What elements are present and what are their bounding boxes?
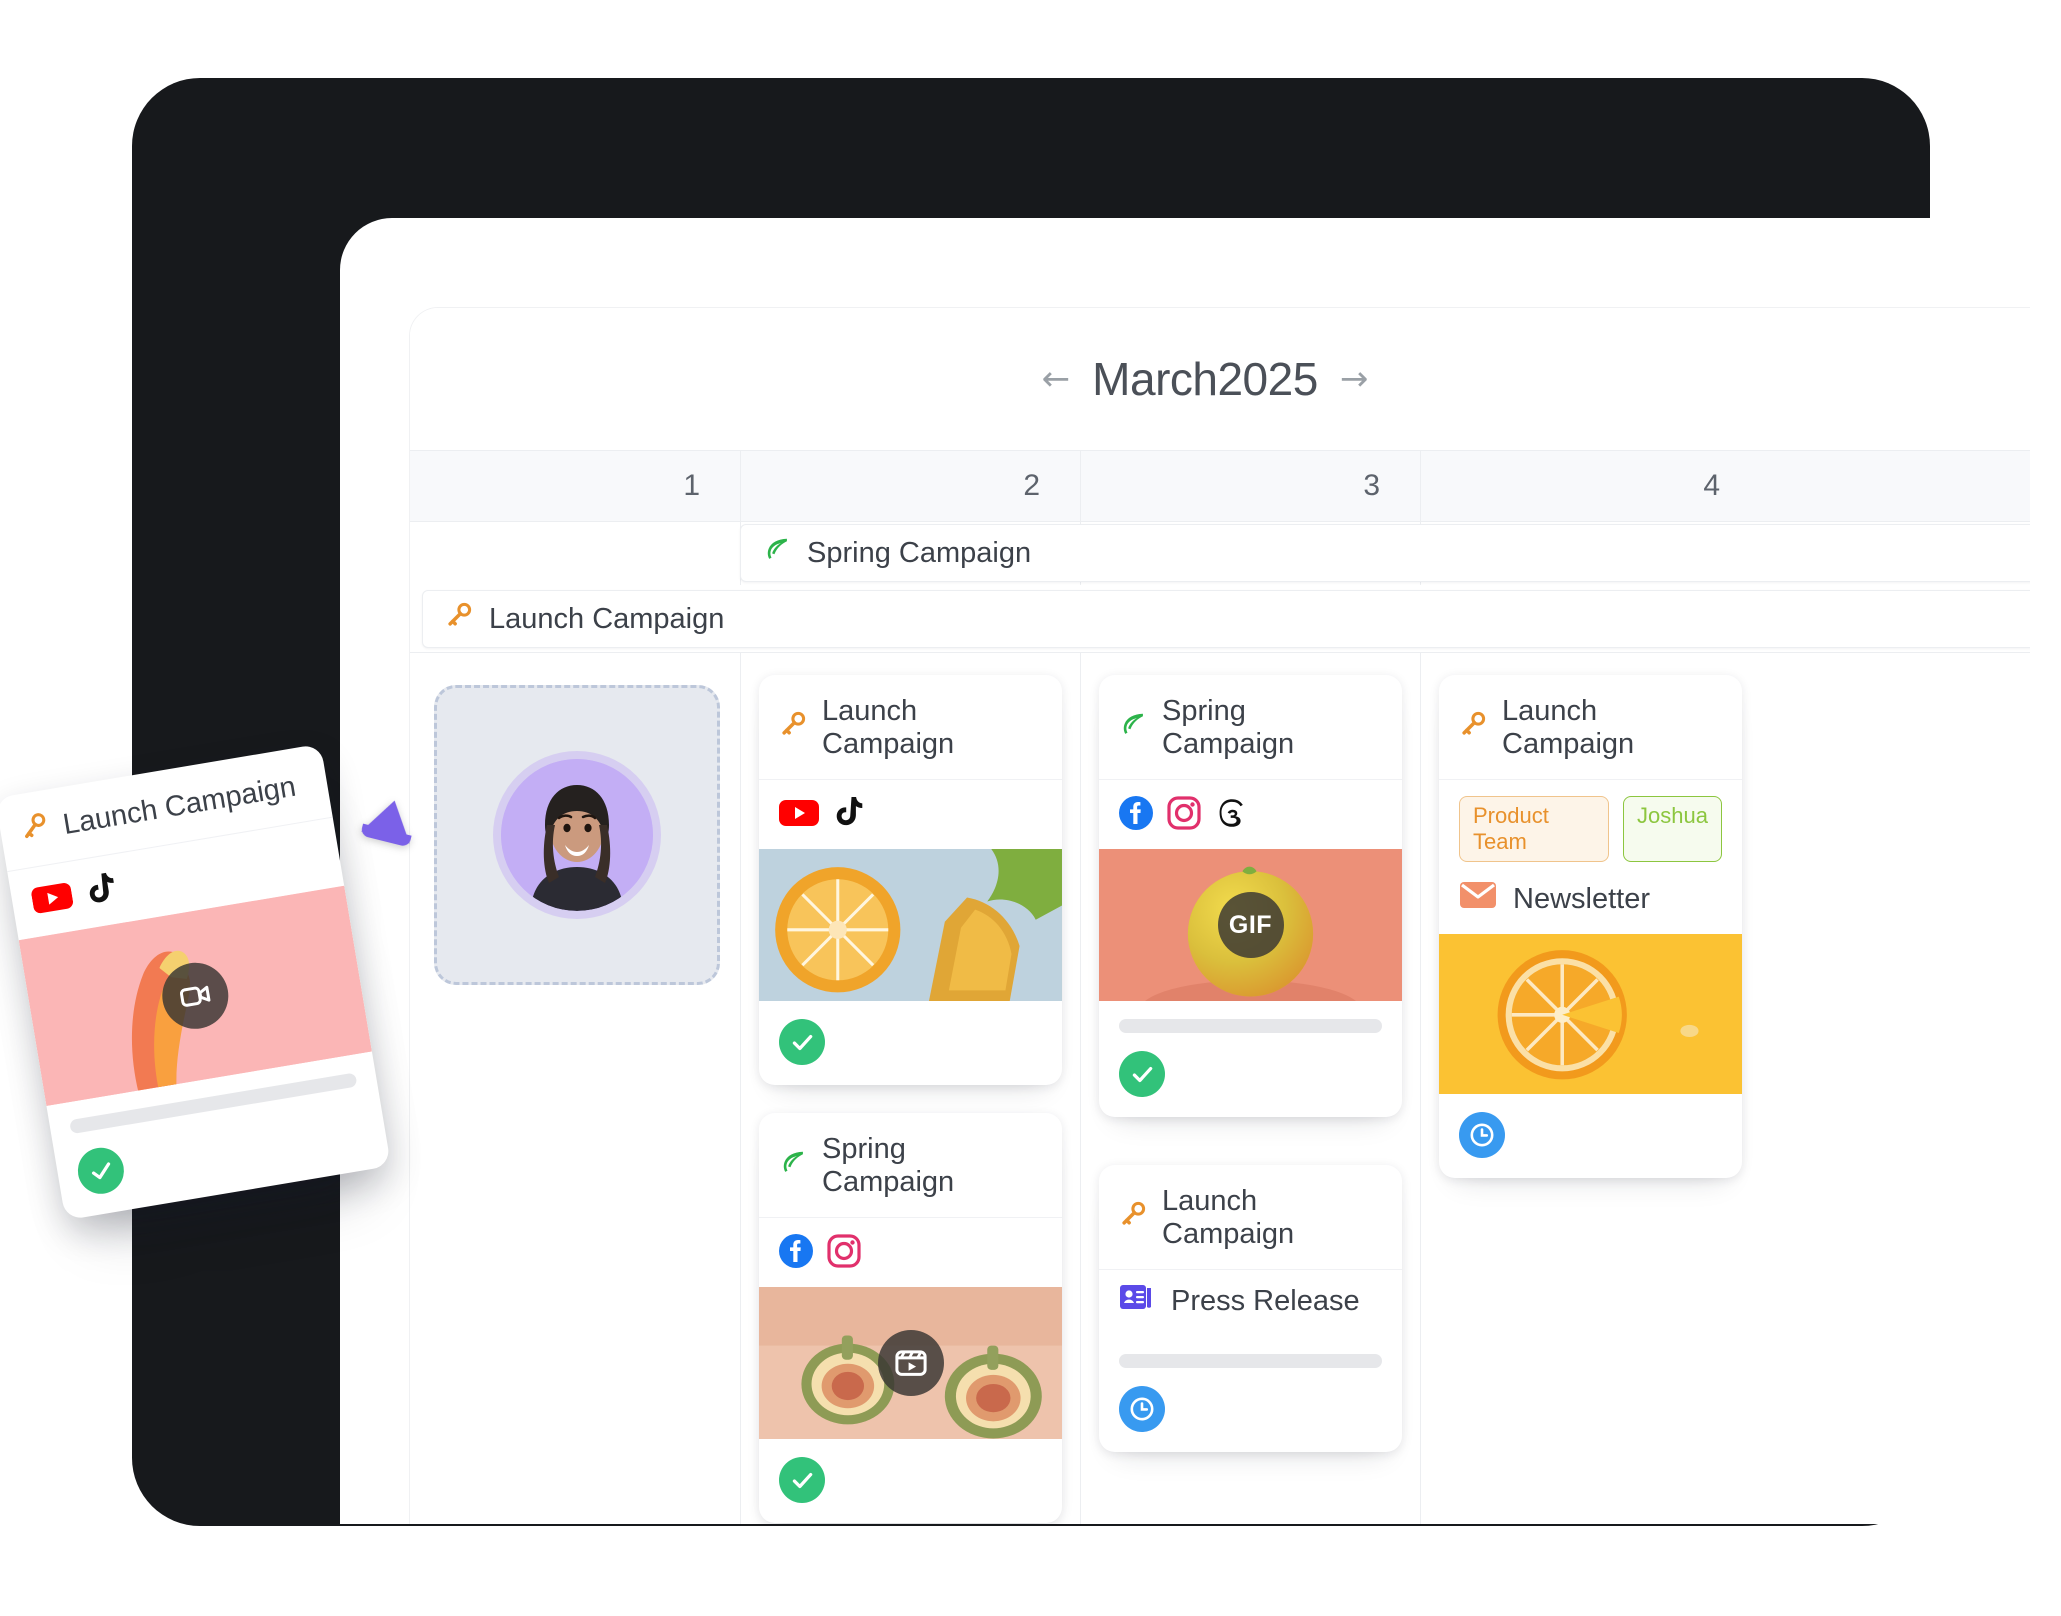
skeleton-bar bbox=[1119, 1019, 1382, 1033]
day-header-4[interactable]: 4 bbox=[1420, 451, 1760, 521]
day-number: 3 bbox=[1363, 469, 1380, 502]
post-card-title-row: Spring Campaign bbox=[1099, 675, 1402, 780]
calendar-content-grid: Launch Campaign Spring Campaign Spring C… bbox=[410, 652, 2030, 1524]
post-card-footer bbox=[1439, 1094, 1742, 1178]
post-card-tags: Product Team Joshua bbox=[1439, 780, 1742, 868]
status-badge-published bbox=[1119, 1051, 1165, 1097]
campaign-bar-spring[interactable]: Spring Campaign bbox=[740, 524, 2030, 582]
post-card-title: Launch Campaign bbox=[1162, 1185, 1295, 1250]
key-icon bbox=[1119, 1200, 1147, 1236]
calendar-app: ← March2025 → 1 2 3 4 Spring Campaign La… bbox=[410, 308, 2030, 1524]
post-card[interactable]: Launch Campaign bbox=[1099, 1165, 1402, 1452]
status-badge-published bbox=[779, 1019, 825, 1065]
day-number: 1 bbox=[683, 469, 700, 502]
post-card-subtitle-row: Press Release bbox=[1099, 1270, 1402, 1336]
post-card-title-row: Spring Campaign bbox=[759, 1113, 1062, 1218]
post-card-footer bbox=[1099, 1001, 1402, 1117]
youtube-icon[interactable] bbox=[30, 880, 75, 921]
month-navigator: ← March2025 → bbox=[1042, 352, 1369, 406]
post-card[interactable]: Spring Campaign bbox=[1099, 675, 1402, 1117]
tag-product-team[interactable]: Product Team bbox=[1459, 796, 1610, 862]
facebook-icon[interactable] bbox=[779, 1234, 813, 1273]
facebook-icon[interactable] bbox=[1119, 796, 1153, 835]
channel-icons bbox=[759, 780, 1062, 849]
post-card-title: Launch Campaign bbox=[1502, 695, 1635, 760]
day-header-3[interactable]: 3 bbox=[1080, 451, 1420, 521]
device-screen: ← March2025 → 1 2 3 4 Spring Campaign La… bbox=[340, 218, 2030, 1524]
post-card-title: Launch Campaign bbox=[822, 695, 955, 760]
post-card-footer bbox=[1099, 1336, 1402, 1452]
key-icon bbox=[1459, 710, 1487, 746]
day-header-2[interactable]: 2 bbox=[740, 451, 1080, 521]
press-release-icon bbox=[1119, 1282, 1155, 1320]
channel-icons bbox=[759, 1218, 1062, 1287]
day-header-1[interactable]: 1 bbox=[410, 451, 740, 521]
dragged-post-card[interactable]: Launch Campaign bbox=[0, 743, 392, 1221]
drop-zone[interactable] bbox=[434, 685, 720, 985]
post-card-title-row: Launch Campaign bbox=[1099, 1165, 1402, 1270]
newsletter-icon bbox=[1459, 880, 1497, 918]
youtube-icon[interactable] bbox=[779, 798, 819, 833]
next-month-arrow-icon[interactable]: → bbox=[1340, 362, 1369, 396]
day-header-row: 1 2 3 4 bbox=[410, 450, 2030, 522]
previous-month-arrow-icon[interactable]: ← bbox=[1042, 362, 1071, 396]
instagram-icon[interactable] bbox=[827, 1234, 861, 1273]
day-column-2[interactable]: Launch Campaign Spring Campaign bbox=[740, 653, 1080, 1524]
post-card[interactable]: Spring Campaign bbox=[759, 1113, 1062, 1523]
campaign-bar-label: Launch Campaign bbox=[489, 602, 725, 635]
post-card-title: Spring Campaign bbox=[822, 1133, 955, 1198]
post-card-subtitle-row: Newsletter bbox=[1439, 868, 1742, 934]
day-number: 2 bbox=[1023, 469, 1040, 502]
key-icon bbox=[779, 710, 807, 746]
key-icon bbox=[445, 601, 473, 637]
status-badge-published bbox=[74, 1144, 128, 1198]
skeleton-bar bbox=[1119, 1354, 1382, 1368]
campaign-bar-launch[interactable]: Launch Campaign bbox=[422, 590, 2030, 648]
post-card-subtitle: Press Release bbox=[1171, 1284, 1360, 1317]
calendar-header: ← March2025 → bbox=[410, 308, 2030, 450]
post-media bbox=[759, 849, 1062, 1001]
post-card-subtitle: Newsletter bbox=[1513, 882, 1650, 915]
post-card-footer bbox=[759, 1439, 1062, 1523]
page-title: March2025 bbox=[1092, 353, 1318, 405]
post-card[interactable]: Launch Campaign Product Team Joshua News… bbox=[1439, 675, 1742, 1178]
gif-badge[interactable]: GIF bbox=[1217, 892, 1284, 958]
campaign-bar-label: Spring Campaign bbox=[807, 536, 1032, 569]
post-media bbox=[759, 1287, 1062, 1439]
tag-joshua[interactable]: Joshua bbox=[1623, 796, 1722, 862]
tiktok-icon[interactable] bbox=[833, 796, 863, 835]
instagram-icon[interactable] bbox=[1167, 796, 1201, 835]
status-badge-published bbox=[779, 1457, 825, 1503]
post-media bbox=[1439, 934, 1742, 1094]
campaign-span-rows: Spring Campaign Launch Campaign bbox=[410, 522, 2030, 652]
status-badge-scheduled bbox=[1119, 1386, 1165, 1432]
channel-icons bbox=[1099, 780, 1402, 849]
post-card-footer bbox=[759, 1001, 1062, 1085]
day-column-3[interactable]: Spring Campaign GIF Launch Campaign Pres… bbox=[1080, 653, 1420, 1524]
post-card-title-row: Launch Campaign bbox=[759, 675, 1062, 780]
key-icon bbox=[18, 810, 52, 850]
post-card[interactable]: Launch Campaign bbox=[759, 675, 1062, 1085]
tiktok-icon[interactable] bbox=[83, 871, 119, 914]
leaf-icon bbox=[1119, 710, 1147, 746]
leaf-icon bbox=[779, 1148, 807, 1184]
post-card-title-row: Launch Campaign bbox=[1439, 675, 1742, 780]
post-media: GIF bbox=[1099, 849, 1402, 1001]
post-card-title: Spring Campaign bbox=[1162, 695, 1295, 760]
day-column-1[interactable] bbox=[410, 653, 740, 1524]
leaf-icon bbox=[763, 535, 791, 571]
threads-icon[interactable] bbox=[1215, 796, 1249, 835]
status-badge-scheduled bbox=[1459, 1112, 1505, 1158]
grid-cell bbox=[410, 522, 740, 585]
reels-icon[interactable] bbox=[877, 1330, 944, 1396]
day-number: 4 bbox=[1703, 469, 1720, 502]
avatar bbox=[501, 759, 653, 911]
day-column-4[interactable]: Launch Campaign Product Team Joshua News… bbox=[1420, 653, 1760, 1524]
